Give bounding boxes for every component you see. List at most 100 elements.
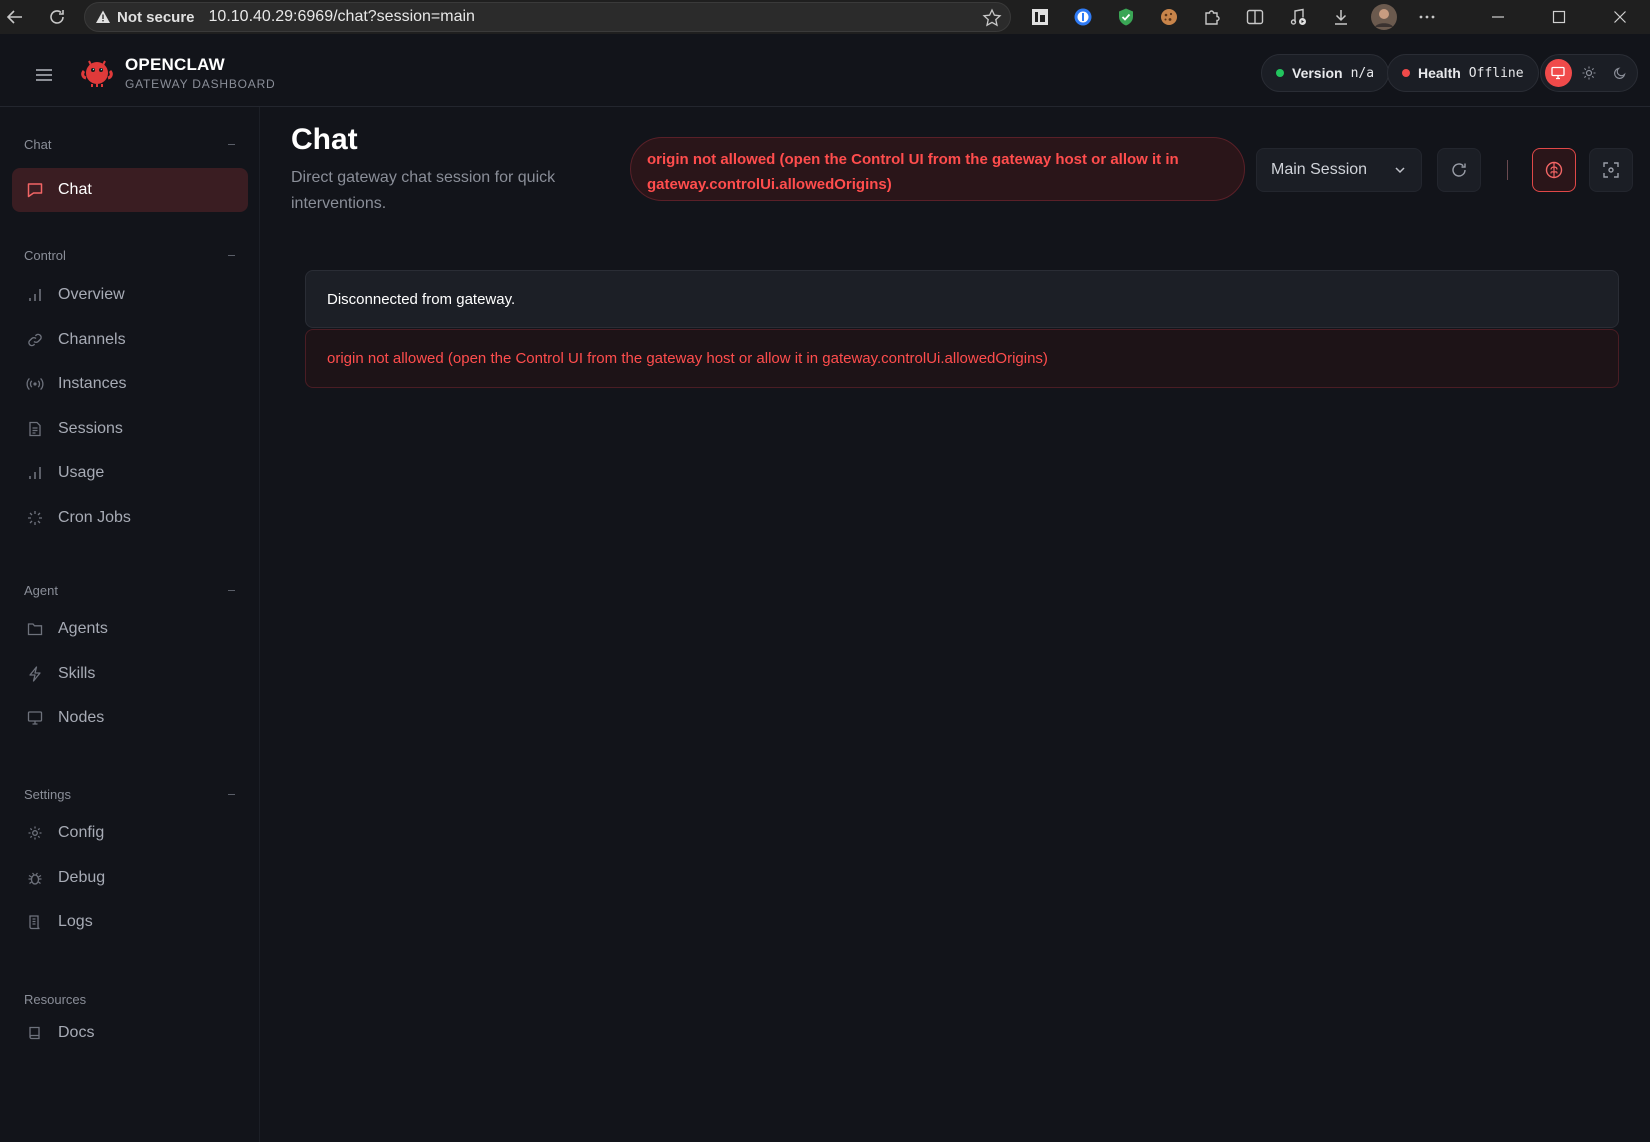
- not-secure-indicator[interactable]: Not secure: [95, 9, 195, 26]
- sidebar-item-label: Overview: [58, 286, 125, 303]
- sidebar-item-config[interactable]: Config: [12, 811, 248, 855]
- health-status-dot: [1402, 69, 1410, 77]
- sidebar-item-label: Instances: [58, 375, 127, 392]
- sidebar-item-label: Usage: [58, 464, 105, 481]
- sidebar-section-settings[interactable]: Settings: [24, 787, 71, 802]
- password-manager-icon[interactable]: [1068, 2, 1098, 32]
- chevron-down-icon: [1393, 163, 1407, 177]
- not-secure-label: Not secure: [117, 8, 195, 26]
- reload-icon[interactable]: [42, 2, 72, 32]
- bookmark-star-icon[interactable]: [982, 8, 1002, 28]
- sidebar-item-debug[interactable]: Debug: [12, 856, 248, 900]
- health-pill: Health Offline: [1387, 54, 1539, 92]
- thinking-toggle-button[interactable]: [1532, 148, 1576, 192]
- warning-icon: [96, 10, 110, 23]
- sidebar-item-label: Debug: [58, 869, 106, 886]
- health-label: Health: [1418, 65, 1461, 81]
- maximize-icon[interactable]: [1528, 0, 1589, 34]
- download-icon[interactable]: [1326, 2, 1356, 32]
- sidebar-item-logs[interactable]: Logs: [12, 900, 248, 944]
- shield-icon[interactable]: [1111, 2, 1141, 32]
- browser-toolbar: Not secure 10.10.40.29:6969/chat?session…: [0, 0, 1650, 34]
- profile-avatar[interactable]: [1369, 2, 1399, 32]
- sidebar-item-docs[interactable]: Docs: [12, 1011, 248, 1055]
- sidebar-item-sessions[interactable]: Sessions: [12, 407, 248, 451]
- sidebar-item-label: Channels: [58, 331, 126, 348]
- dark-theme-moon-icon[interactable]: [1606, 59, 1633, 87]
- split-screen-icon[interactable]: [1240, 2, 1270, 32]
- more-icon[interactable]: [1412, 2, 1442, 32]
- radio-signal-icon: [26, 375, 44, 393]
- theme-switcher: [1540, 54, 1638, 92]
- cookie-icon[interactable]: [1154, 2, 1184, 32]
- collapse-settings-icon[interactable]: [228, 794, 235, 795]
- sidebar-item-label: Logs: [58, 913, 93, 930]
- sidebar-item-label: Config: [58, 824, 105, 841]
- back-icon[interactable]: [0, 2, 30, 32]
- bar-chart-icon: [26, 286, 44, 304]
- sidebar-section-agent[interactable]: Agent: [24, 583, 58, 598]
- address-bar[interactable]: Not secure 10.10.40.29:6969/chat?session…: [84, 2, 1011, 32]
- sidebar-item-cron-jobs[interactable]: Cron Jobs: [12, 496, 248, 540]
- focus-icon: [1603, 162, 1619, 178]
- sidebar-item-label: Nodes: [58, 709, 105, 726]
- sidebar-item-label: Sessions: [58, 420, 123, 437]
- sidebar-item-channels[interactable]: Channels: [12, 318, 248, 362]
- toolbar-divider: [1507, 160, 1508, 180]
- document-icon: [26, 420, 44, 438]
- sidebar-section-chat[interactable]: Chat: [24, 137, 51, 152]
- session-select-value: Main Session: [1271, 161, 1368, 178]
- system-theme-monitor-icon[interactable]: [1545, 59, 1572, 87]
- refresh-icon: [1452, 163, 1466, 177]
- sidebar-section-resources[interactable]: Resources: [24, 992, 86, 1007]
- loader-icon: [26, 509, 44, 527]
- lightning-icon: [26, 665, 44, 683]
- sidebar-section-control[interactable]: Control: [24, 248, 66, 263]
- light-theme-sun-icon[interactable]: [1576, 59, 1603, 87]
- puzzle-extensions-icon[interactable]: [1197, 2, 1227, 32]
- sidebar-item-nodes[interactable]: Nodes: [12, 696, 248, 740]
- media-icon[interactable]: [1283, 2, 1313, 32]
- page-subtitle: Direct gateway chat session for quick in…: [291, 169, 556, 212]
- link-icon: [26, 331, 44, 349]
- minimize-icon[interactable]: [1467, 0, 1528, 34]
- brand-subtitle: GATEWAY DASHBOARD: [125, 77, 276, 91]
- scroll-icon: [26, 913, 44, 931]
- page-title: Chat: [291, 123, 358, 156]
- sidebar-item-label: Cron Jobs: [58, 509, 131, 526]
- session-select[interactable]: Main Session: [1256, 148, 1422, 192]
- version-label: Version: [1292, 65, 1343, 81]
- sidebar-item-skills[interactable]: Skills: [12, 652, 248, 696]
- collapse-control-icon[interactable]: [228, 255, 235, 256]
- focus-mode-button[interactable]: [1589, 148, 1633, 192]
- sidebar-item-label: Skills: [58, 665, 96, 682]
- book-icon: [26, 1024, 44, 1042]
- brand-title: OPENCLAW: [125, 55, 225, 74]
- app-header: OPENCLAW GATEWAY DASHBOARD Version n/a H…: [0, 41, 1650, 107]
- brain-icon: [1545, 161, 1563, 179]
- sidebar-item-label: Docs: [58, 1024, 95, 1041]
- sidebar-item-usage[interactable]: Usage: [12, 451, 248, 495]
- ext-square-icon[interactable]: [1025, 2, 1055, 32]
- collapse-agent-icon[interactable]: [228, 590, 235, 591]
- hamburger-menu-icon[interactable]: [30, 61, 58, 89]
- sidebar-item-instances[interactable]: Instances: [12, 362, 248, 406]
- collapse-chat-icon[interactable]: [228, 144, 235, 145]
- sidebar-item-label: Agents: [58, 620, 108, 637]
- openclaw-logo-icon: [80, 55, 114, 89]
- sidebar: Chat Chat Control Overview Channels Inst…: [0, 107, 260, 1142]
- error-banner: origin not allowed (open the Control UI …: [630, 137, 1245, 201]
- sidebar-item-chat[interactable]: Chat: [12, 168, 248, 212]
- chat-bubble-icon: [26, 181, 44, 199]
- folder-icon: [26, 620, 44, 638]
- url-text[interactable]: 10.10.40.29:6969/chat?session=main: [209, 8, 475, 26]
- bar-chart-icon: [26, 464, 44, 482]
- close-icon[interactable]: [1589, 0, 1650, 34]
- version-value: n/a: [1350, 65, 1375, 81]
- sidebar-item-agents[interactable]: Agents: [12, 607, 248, 651]
- version-pill: Version n/a: [1261, 54, 1390, 92]
- status-message-disconnected: Disconnected from gateway.: [305, 270, 1619, 328]
- refresh-button[interactable]: [1437, 148, 1481, 192]
- sidebar-item-overview[interactable]: Overview: [12, 273, 248, 317]
- gear-icon: [26, 824, 44, 842]
